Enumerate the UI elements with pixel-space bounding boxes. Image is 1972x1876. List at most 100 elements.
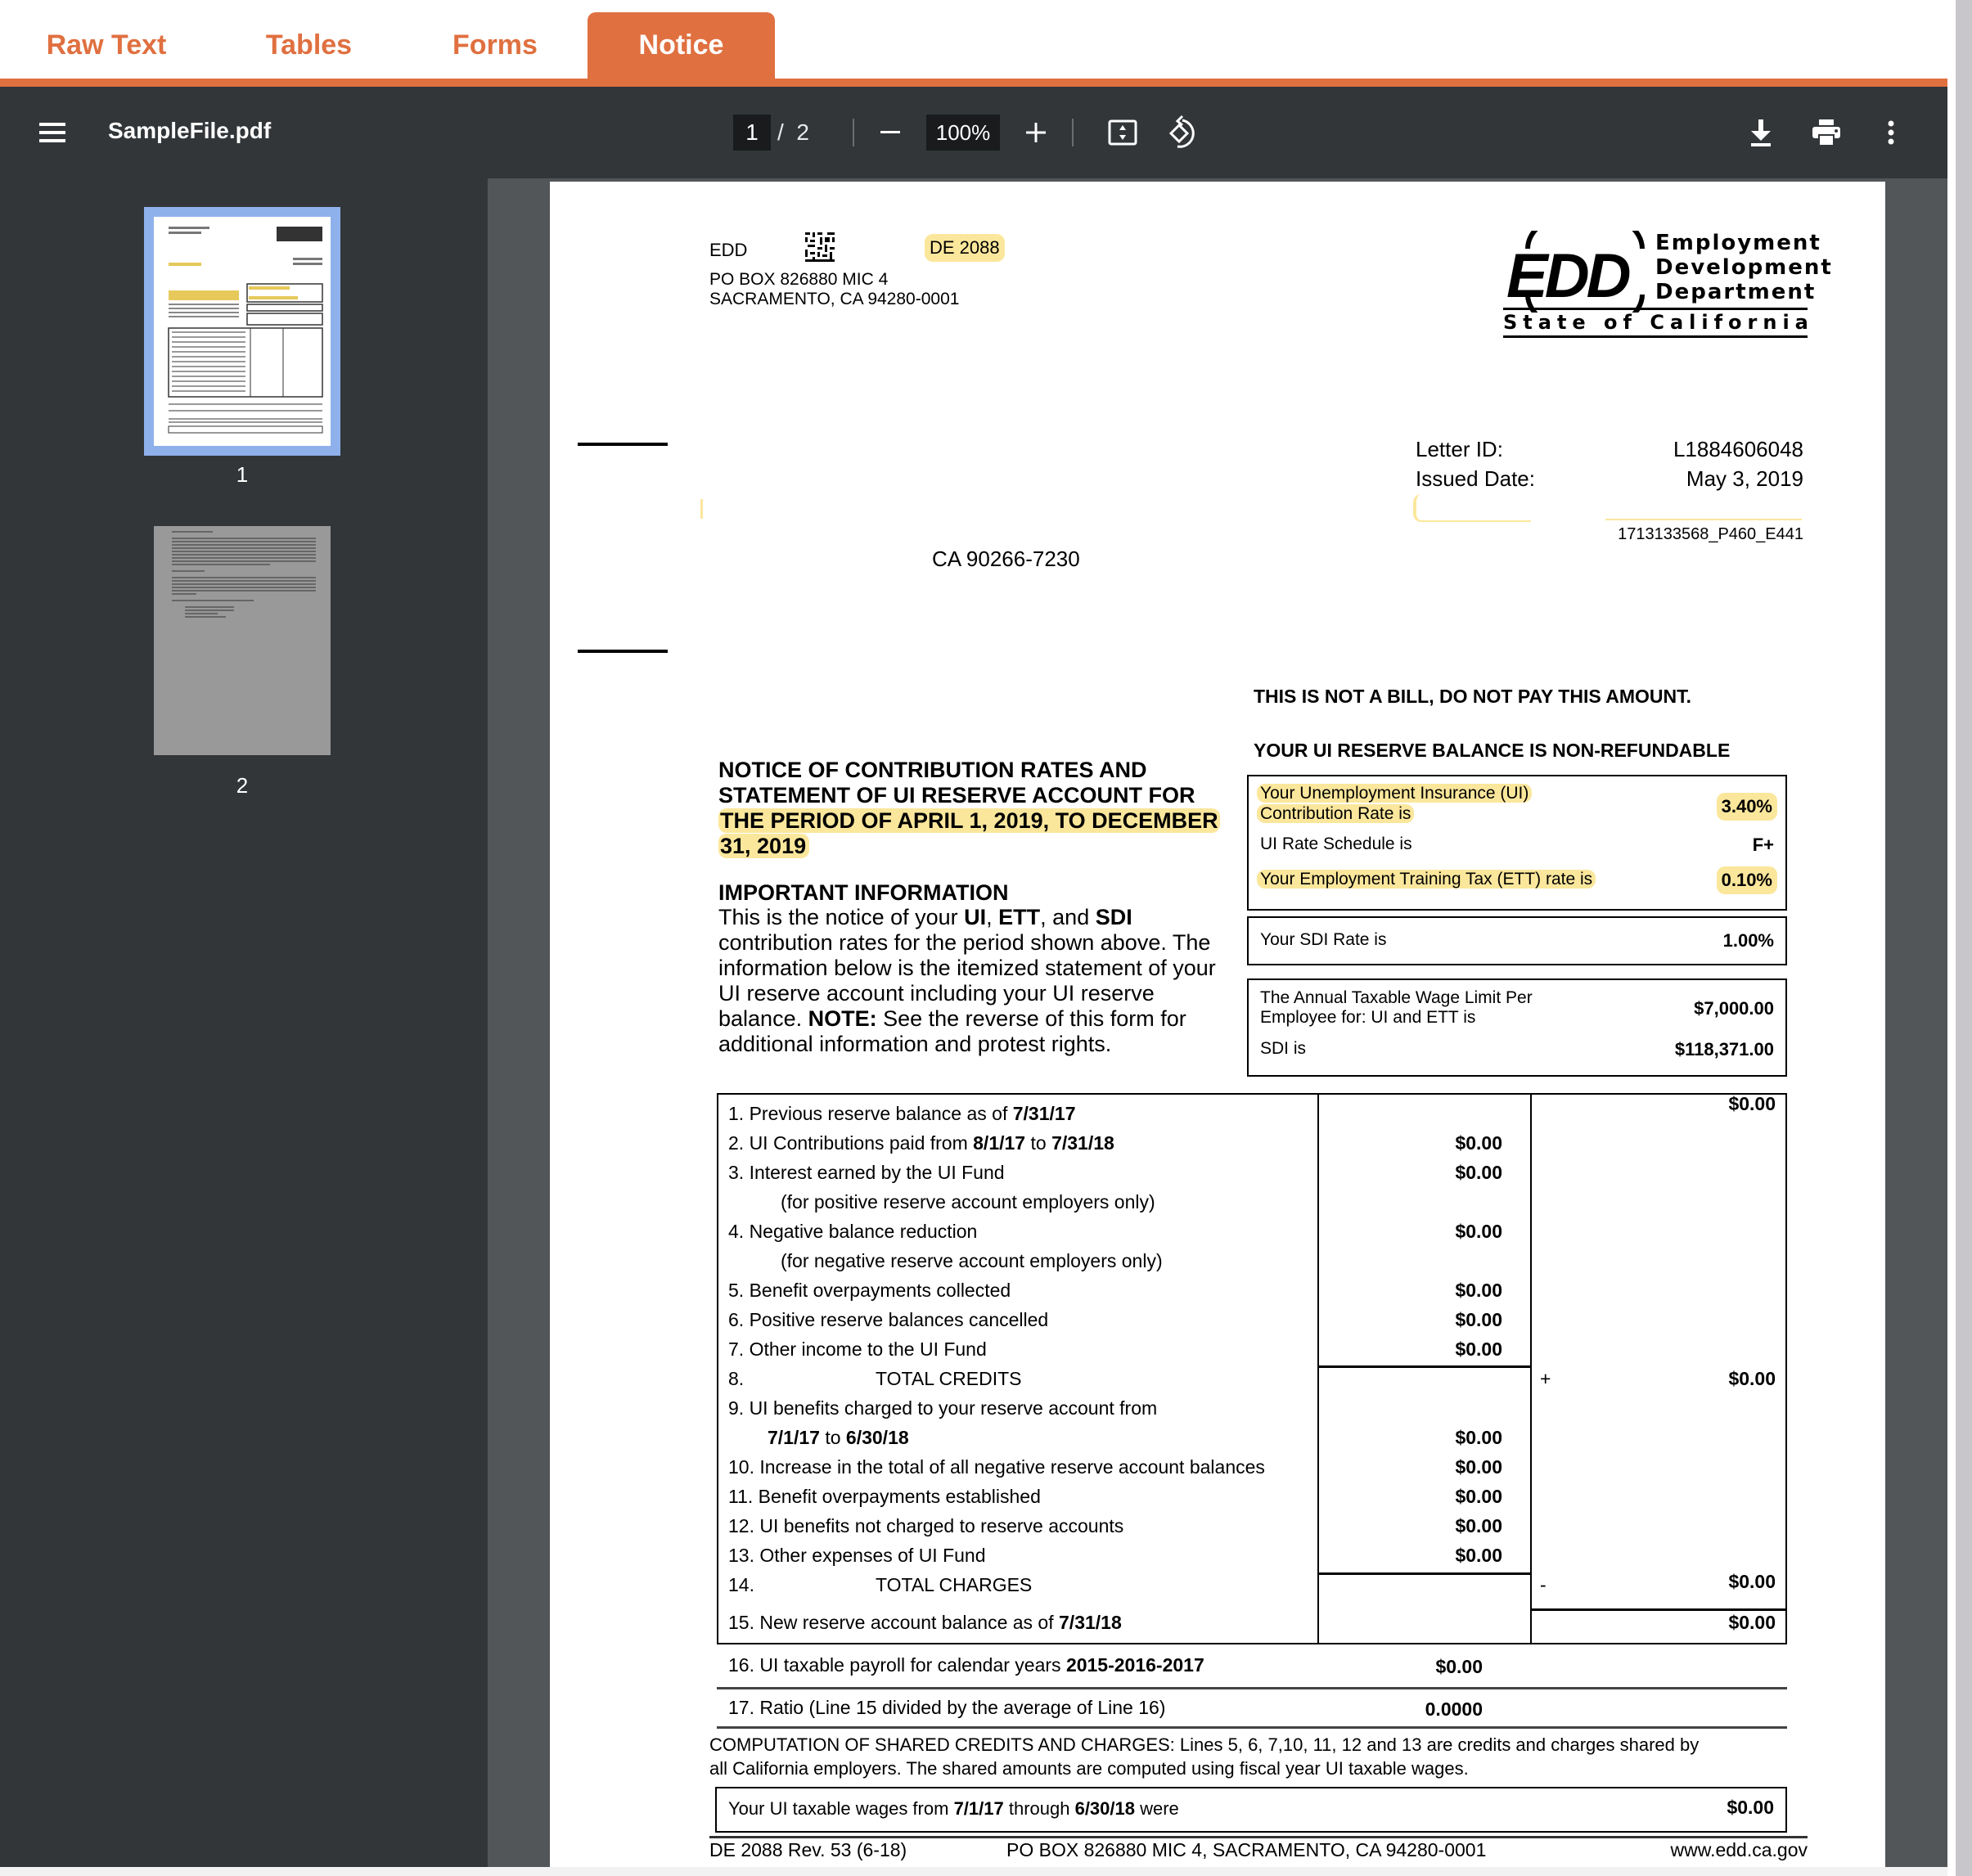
statement-row-label: 3. Interest earned by the UI Fund — [728, 1162, 1005, 1183]
fit-to-page-icon[interactable] — [1106, 118, 1139, 147]
schedule-value: F+ — [1752, 835, 1774, 855]
statement-row-label: 6. Positive reserve balances cancelled — [728, 1309, 1049, 1330]
redacted-highlight — [700, 499, 703, 519]
zoom-level-input[interactable]: 100% — [926, 115, 1000, 151]
download-icon[interactable] — [1746, 116, 1776, 149]
wage-limit-label: Employee for: UI and ETT is — [1260, 1008, 1476, 1027]
sender-name: EDD — [709, 240, 748, 260]
redacted-highlight — [1605, 519, 1802, 520]
issued-date-label: Issued Date: — [1416, 466, 1535, 491]
more-vertical-icon[interactable] — [1879, 116, 1903, 149]
line-16-value: $0.00 — [1435, 1656, 1483, 1677]
statement-total-amount: $0.00 — [1728, 1571, 1776, 1592]
statement-item-amount: $0.00 — [1455, 1338, 1502, 1360]
taxable-wages-value: $0.00 — [1727, 1797, 1774, 1818]
ett-rate-value: 0.10% — [1716, 866, 1777, 894]
pdf-page: EDD DE 2088 PO BOX 826880 MIC 4 SACRAMEN… — [550, 182, 1885, 1876]
rotate-counterclockwise-icon[interactable] — [1165, 115, 1198, 151]
statement-row-label: (for negative reserve account employers … — [781, 1250, 1163, 1271]
statement-total-amount: $0.00 — [1728, 1093, 1776, 1114]
logo-line1: Employment — [1655, 231, 1821, 255]
notice-title: NOTICE OF CONTRIBUTION RATES AND STATEME… — [718, 758, 1220, 859]
statement-row-label: 15. New reserve account balance as of 7/… — [728, 1612, 1122, 1633]
notice-title-line: NOTICE OF CONTRIBUTION RATES AND — [718, 758, 1147, 782]
edd-logo: EDD Employment Development Department St… — [1503, 231, 1833, 338]
plus-icon[interactable] — [1023, 119, 1049, 146]
statement-item-amount: $0.00 — [1455, 1545, 1502, 1566]
statement-row-label: 5. Benefit overpayments collected — [728, 1280, 1011, 1301]
wage-limit-box: The Annual Taxable Wage Limit Per Employ… — [1247, 978, 1787, 1077]
statement-row-label: 2. UI Contributions paid from 8/1/17 to … — [728, 1132, 1114, 1154]
statement-row-label: 9. UI benefits charged to your reserve a… — [728, 1397, 1158, 1419]
logo-line3: Department — [1655, 280, 1817, 304]
statement-sign: + — [1540, 1368, 1551, 1389]
statement-row-label: 10. Increase in the total of all negativ… — [728, 1456, 1265, 1478]
statement-total-label: TOTAL CREDITS — [876, 1368, 1022, 1389]
tab-notice[interactable]: Notice — [588, 12, 775, 79]
logo-line2: Development — [1655, 255, 1833, 280]
shared-credits-note: COMPUTATION OF SHARED CREDITS AND CHARGE… — [709, 1734, 1700, 1779]
letter-id-label: Letter ID: — [1416, 437, 1503, 461]
important-heading: IMPORTANT INFORMATION — [718, 880, 1009, 905]
notice-period-highlight: 31, 2019 — [718, 834, 810, 858]
footer-url[interactable]: www.edd.ca.gov — [1671, 1839, 1808, 1861]
divider — [717, 1687, 1787, 1689]
reference-code: 1713133568_P460_E441 — [1618, 525, 1803, 543]
statement-item-amount: $0.00 — [1455, 1515, 1502, 1536]
ui-rate-value: 3.40% — [1716, 793, 1777, 821]
statement-item-amount: $0.00 — [1455, 1486, 1502, 1507]
tab-bar: Raw Text Tables Forms Notice — [0, 0, 1947, 79]
statement-rows: 1. Previous reserve balance as of 7/31/1… — [717, 1093, 1787, 1644]
statement-row-label: 4. Negative balance reduction — [728, 1221, 978, 1242]
statement-sign: - — [1540, 1574, 1547, 1595]
statement-item-amount: $0.00 — [1455, 1162, 1502, 1183]
line-17-value: 0.0000 — [1425, 1698, 1483, 1720]
sdi-rate-box: Your SDI Rate is 1.00% — [1247, 916, 1787, 965]
fold-mark — [578, 650, 668, 653]
statement-row-label: 7/1/17 to 6/30/18 — [768, 1427, 909, 1448]
footer-form-code: DE 2088 Rev. 53 (6-18) — [709, 1839, 907, 1860]
wage-limit-label: The Annual Taxable Wage Limit Per — [1260, 988, 1533, 1007]
footer-address: PO BOX 826880 MIC 4, SACRAMENTO, CA 9428… — [1006, 1839, 1487, 1860]
statement-item-amount: $0.00 — [1455, 1132, 1502, 1154]
statement-total-label: TOTAL CHARGES — [876, 1574, 1033, 1595]
notice-period-highlight: THE PERIOD OF APRIL 1, 2019, TO DECEMBER — [718, 808, 1220, 833]
tab-underline — [0, 79, 1947, 87]
taxable-wages-box: Your UI taxable wages from 7/1/17 throug… — [715, 1787, 1787, 1833]
tab-tables[interactable]: Tables — [245, 12, 372, 79]
ui-rate-label: Contribution Rate is — [1257, 804, 1415, 823]
thumbnail-label-1: 1 — [236, 462, 249, 487]
statement-row-label: (for positive reserve account employers … — [781, 1191, 1155, 1212]
letter-id-value: L1884606048 — [1673, 437, 1803, 461]
page-number-input[interactable]: 1 — [733, 115, 771, 151]
sender-address-line1: PO BOX 826880 MIC 4 — [709, 270, 889, 289]
tab-forms[interactable]: Forms — [434, 12, 556, 79]
page-separator: / — [777, 119, 784, 145]
divider — [717, 1726, 1787, 1729]
statement-item-amount: $0.00 — [1455, 1280, 1502, 1301]
statement-row-label: 7. Other income to the UI Fund — [728, 1338, 987, 1360]
thumbnail-page-image — [154, 217, 331, 446]
statement-row-label: 13. Other expenses of UI Fund — [728, 1545, 986, 1566]
statement-row-label: 8. — [728, 1368, 745, 1389]
statement-total-amount: $0.00 — [1728, 1612, 1776, 1633]
total-pages: 2 — [796, 119, 809, 145]
tab-raw-text[interactable]: Raw Text — [25, 12, 188, 79]
hamburger-menu-icon[interactable] — [38, 118, 67, 147]
statement-row-label: 14. — [728, 1574, 754, 1595]
statement-total-amount: $0.00 — [1728, 1368, 1776, 1389]
page-thumbnail-2[interactable] — [154, 526, 331, 755]
ui-rates-box: Your Unemployment Insurance (UI) Contrib… — [1247, 775, 1787, 911]
minus-icon[interactable] — [877, 119, 903, 146]
page-scrollbar[interactable] — [1947, 0, 1972, 1876]
non-refundable-notice: YOUR UI RESERVE BALANCE IS NON-REFUNDABL… — [1254, 740, 1731, 761]
logo-mark: EDD — [1506, 241, 1631, 311]
pdf-toolbar: SampleFile.pdf 1 / 2 100% — [0, 87, 1947, 178]
taxable-wages-label: Your UI taxable wages from 7/1/17 throug… — [728, 1798, 1179, 1819]
issued-date-value: May 3, 2019 — [1686, 466, 1803, 491]
logo-state: State of California — [1503, 311, 1814, 334]
print-icon[interactable] — [1810, 116, 1843, 149]
sender-address-line2: SACRAMENTO, CA 94280-0001 — [709, 290, 960, 308]
schedule-label: UI Rate Schedule is — [1260, 835, 1412, 853]
page-thumbnail-1[interactable] — [144, 207, 340, 456]
